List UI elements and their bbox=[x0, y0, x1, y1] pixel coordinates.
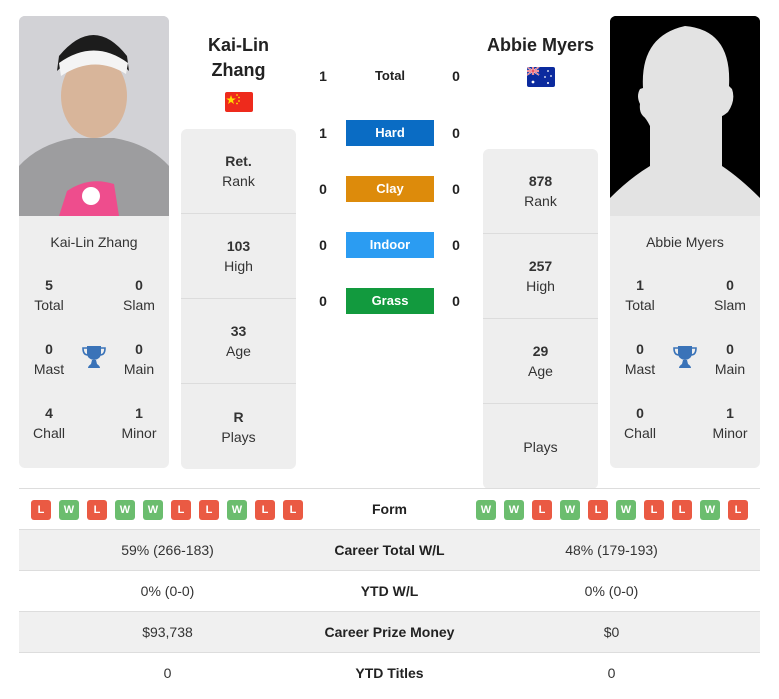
player2-form: WWLWLWLLWL bbox=[476, 500, 748, 520]
form-loss-badge[interactable]: L bbox=[532, 500, 552, 520]
form-win-badge[interactable]: W bbox=[115, 500, 135, 520]
titles-total: 5 Total bbox=[34, 277, 64, 313]
player2-stats: 878 Rank 257 High 29 Age Plays bbox=[483, 149, 598, 489]
titles-mast: 0 Mast bbox=[33, 341, 65, 377]
australia-flag-icon bbox=[527, 67, 555, 87]
stat-age: 33 Age bbox=[181, 299, 296, 384]
player2-titles: 1 Total 0 Slam 0 Mast 0 Main 0 Chall 1 M… bbox=[610, 250, 760, 460]
form-win-badge[interactable]: W bbox=[560, 500, 580, 520]
titles-main: 0 Main bbox=[123, 341, 155, 377]
table-row: 59% (266-183) Career Total W/L 48% (179-… bbox=[19, 529, 760, 570]
h2h-indoor-row: 0 Indoor 0 bbox=[310, 232, 470, 258]
h2h-clay-row: 0 Clay 0 bbox=[310, 176, 470, 202]
player1-name-heading[interactable]: Kai-Lin Zhang bbox=[181, 33, 296, 83]
titles-main: 0 Main bbox=[714, 341, 746, 377]
stat-plays: Plays bbox=[523, 438, 558, 455]
stat-rank: Ret. Rank bbox=[181, 129, 296, 214]
form-loss-badge[interactable]: L bbox=[644, 500, 664, 520]
surface-grass-badge[interactable]: Grass bbox=[346, 288, 434, 314]
table-row: 0% (0-0) YTD W/L 0% (0-0) bbox=[19, 570, 760, 611]
stat-high: 257 High bbox=[483, 234, 598, 319]
titles-slam: 0 Slam bbox=[714, 277, 746, 313]
form-row: LWLWWLLWLL Form WWLWLWLLWL bbox=[19, 488, 760, 529]
form-loss-badge[interactable]: L bbox=[87, 500, 107, 520]
form-loss-badge[interactable]: L bbox=[255, 500, 275, 520]
player1-form: LWLWWLLWLL bbox=[31, 500, 303, 520]
table-row: 0 YTD Titles 0 bbox=[19, 652, 760, 693]
h2h-total-row: 1 Total 0 bbox=[310, 63, 470, 89]
form-loss-badge[interactable]: L bbox=[672, 500, 692, 520]
form-loss-badge[interactable]: L bbox=[728, 500, 748, 520]
player-photo-icon bbox=[19, 16, 169, 216]
player2-photo[interactable] bbox=[610, 16, 760, 216]
titles-slam: 0 Slam bbox=[123, 277, 155, 313]
player1-titles: 5 Total 0 Slam 0 Mast 0 Main 4 Chall 1 M… bbox=[19, 250, 169, 460]
titles-mast: 0 Mast bbox=[624, 341, 656, 377]
form-win-badge[interactable]: W bbox=[504, 500, 524, 520]
player1-card-name: Kai-Lin Zhang bbox=[50, 234, 138, 250]
form-win-badge[interactable]: W bbox=[227, 500, 247, 520]
stat-plays: R Plays bbox=[221, 408, 256, 445]
form-win-badge[interactable]: W bbox=[616, 500, 636, 520]
titles-minor: 1 Minor bbox=[712, 405, 748, 441]
surface-clay-badge[interactable]: Clay bbox=[346, 176, 434, 202]
form-win-badge[interactable]: W bbox=[143, 500, 163, 520]
stat-rank: 878 Rank bbox=[483, 149, 598, 234]
form-label: Form bbox=[372, 501, 407, 517]
form-loss-badge[interactable]: L bbox=[31, 500, 51, 520]
h2h-grass-row: 0 Grass 0 bbox=[310, 288, 470, 314]
trophy-icon bbox=[82, 346, 106, 368]
player1-photo[interactable] bbox=[19, 16, 169, 216]
surface-hard-badge[interactable]: Hard bbox=[346, 120, 434, 146]
form-win-badge[interactable]: W bbox=[476, 500, 496, 520]
form-loss-badge[interactable]: L bbox=[171, 500, 191, 520]
form-win-badge[interactable]: W bbox=[59, 500, 79, 520]
form-loss-badge[interactable]: L bbox=[283, 500, 303, 520]
player1-card: Kai-Lin Zhang 5 Total 0 Slam 0 Mast 0 Ma… bbox=[19, 16, 169, 468]
titles-minor: 1 Minor bbox=[121, 405, 157, 441]
player2-card-name: Abbie Myers bbox=[646, 234, 724, 250]
placeholder-silhouette-icon bbox=[610, 16, 760, 216]
trophy-icon bbox=[673, 346, 697, 368]
titles-total: 1 Total bbox=[625, 277, 655, 313]
stat-age: 29 Age bbox=[483, 319, 598, 404]
h2h-hard-row: 1 Hard 0 bbox=[310, 120, 470, 146]
comparison-table: LWLWWLLWLL Form WWLWLWLLWL 59% (266-183)… bbox=[19, 488, 760, 693]
form-win-badge[interactable]: W bbox=[700, 500, 720, 520]
china-flag-icon bbox=[225, 92, 253, 112]
h2h-total-label: Total bbox=[374, 68, 406, 83]
surface-indoor-badge[interactable]: Indoor bbox=[346, 232, 434, 258]
player2-name-heading[interactable]: Abbie Myers bbox=[478, 33, 603, 58]
form-loss-badge[interactable]: L bbox=[199, 500, 219, 520]
player1-stats: Ret. Rank 103 High 33 Age R Plays bbox=[181, 129, 296, 469]
stat-high: 103 High bbox=[181, 214, 296, 299]
titles-chall: 4 Chall bbox=[33, 405, 65, 441]
table-row: $93,738 Career Prize Money $0 bbox=[19, 611, 760, 652]
form-loss-badge[interactable]: L bbox=[588, 500, 608, 520]
player2-card: Abbie Myers 1 Total 0 Slam 0 Mast 0 Main… bbox=[610, 16, 760, 468]
titles-chall: 0 Chall bbox=[624, 405, 656, 441]
